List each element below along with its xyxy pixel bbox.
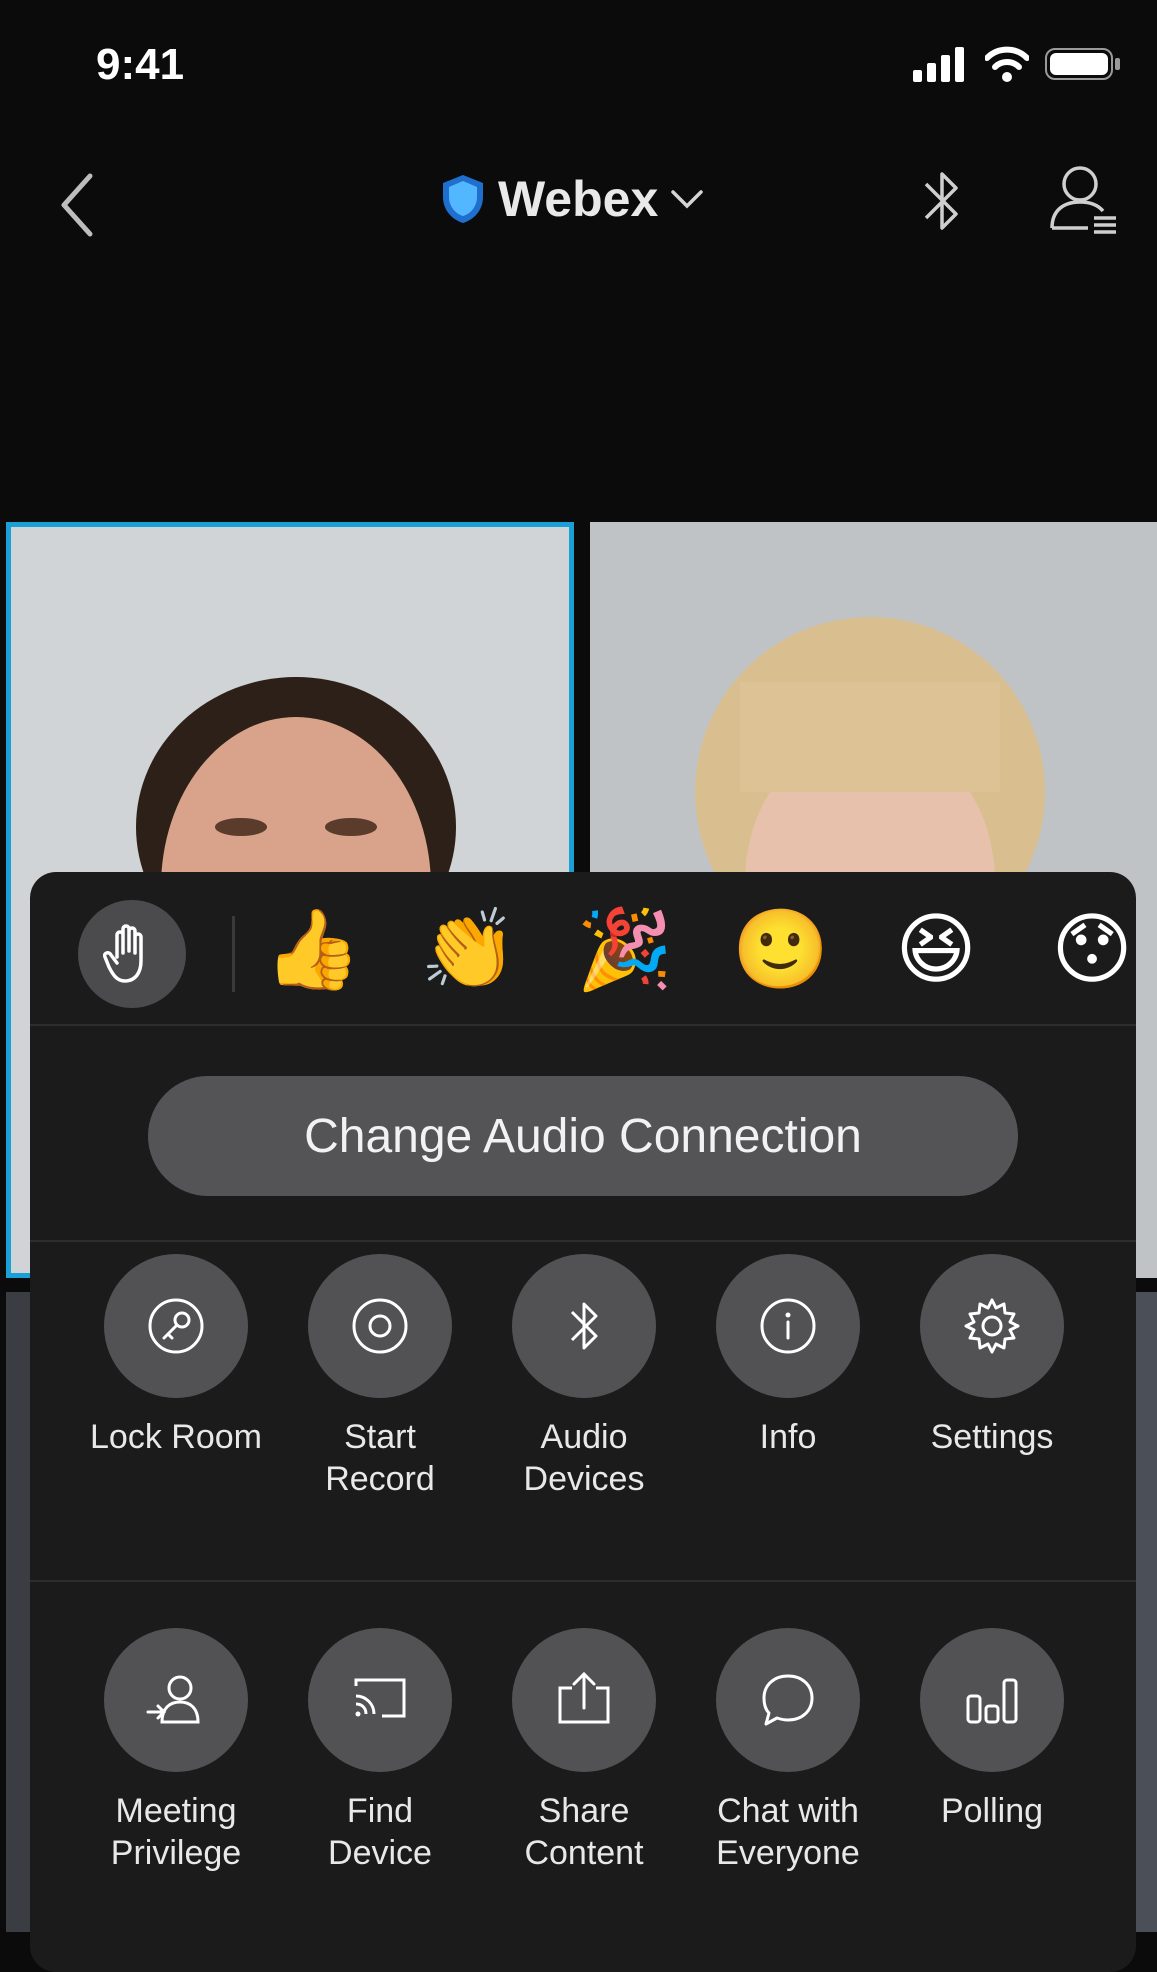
polling-label: Polling — [940, 1792, 1044, 1830]
reaction-thumbs-up[interactable]: 👍 — [264, 902, 361, 998]
meeting-privilege-icon — [146, 1675, 200, 1724]
bluetooth-icon — [570, 1302, 598, 1350]
info-label: Info — [759, 1418, 817, 1456]
start-record-label: Start Record — [325, 1418, 435, 1498]
meeting-title-selector[interactable]: Webex — [440, 170, 704, 228]
raise-hand-button[interactable] — [78, 900, 186, 1008]
find-device-button[interactable]: Find Device — [280, 1628, 480, 1874]
reactions-divider — [232, 916, 235, 992]
info-icon — [760, 1298, 816, 1354]
share-content-button[interactable]: Share Content — [484, 1628, 684, 1874]
reaction-clap[interactable]: 👏 — [420, 902, 517, 998]
wifi-icon — [985, 46, 1029, 82]
chat-bubble-icon — [762, 1674, 814, 1726]
meeting-privilege-label: Meeting Privilege — [110, 1792, 242, 1872]
chat-with-everyone-button[interactable]: Chat with Everyone — [688, 1628, 888, 1874]
cellular-signal-icon — [913, 47, 964, 82]
chevron-down-icon — [671, 190, 704, 209]
find-device-label: Find Device — [328, 1792, 432, 1872]
record-icon — [352, 1298, 408, 1354]
audio-devices-button[interactable]: Audio Devices — [484, 1254, 684, 1500]
reaction-surprised[interactable]: 😯 — [1044, 902, 1136, 998]
battery-icon — [1045, 48, 1120, 80]
video-tile-participant-4[interactable] — [1134, 1292, 1157, 1932]
change-audio-connection-button[interactable]: Change Audio Connection — [148, 1076, 1018, 1196]
navigation-bar: Webex — [0, 150, 1157, 250]
cast-icon — [354, 1678, 406, 1718]
reactions-bar: 👍 👏 🎉 🙂 😆 😯 — [30, 872, 1136, 1026]
participants-icon[interactable] — [1048, 162, 1120, 238]
actions-row-1: Lock Room Start Record Audio Devices Inf… — [30, 1240, 1136, 1582]
chat-with-everyone-label: Chat with Everyone — [716, 1792, 860, 1872]
status-icons — [913, 46, 1121, 82]
polling-icon — [966, 1678, 1018, 1724]
polling-button[interactable]: Polling — [892, 1628, 1092, 1832]
reaction-celebrate[interactable]: 🎉 — [576, 902, 673, 998]
audio-connection-row: Change Audio Connection — [30, 1024, 1136, 1242]
status-bar: 9:41 — [0, 0, 1157, 130]
more-options-panel: 👍 👏 🎉 🙂 😆 😯 Change Audio Connection Lock… — [30, 872, 1136, 1972]
lock-room-label: Lock Room — [90, 1418, 262, 1456]
status-time: 9:41 — [96, 40, 185, 89]
back-chevron-icon[interactable] — [56, 170, 96, 240]
meeting-title: Webex — [498, 171, 659, 227]
gear-icon — [964, 1298, 1020, 1354]
lock-room-button[interactable]: Lock Room — [76, 1254, 276, 1458]
audio-devices-label: Audio Devices — [523, 1418, 645, 1498]
bluetooth-icon[interactable] — [918, 164, 966, 238]
raise-hand-icon — [103, 924, 143, 983]
share-icon — [558, 1671, 610, 1724]
settings-label: Settings — [930, 1418, 1054, 1456]
start-record-button[interactable]: Start Record — [280, 1254, 480, 1500]
key-icon — [148, 1298, 204, 1354]
meeting-privilege-button[interactable]: Meeting Privilege — [76, 1628, 276, 1874]
settings-button[interactable]: Settings — [892, 1254, 1092, 1458]
reaction-smile[interactable]: 🙂 — [732, 902, 829, 998]
actions-row-2: Meeting Privilege Find Device Share Cont… — [30, 1582, 1136, 1972]
shield-icon — [443, 175, 483, 223]
info-button[interactable]: Info — [688, 1254, 888, 1458]
share-content-label: Share Content — [524, 1792, 644, 1872]
reaction-laugh[interactable]: 😆 — [888, 902, 984, 998]
